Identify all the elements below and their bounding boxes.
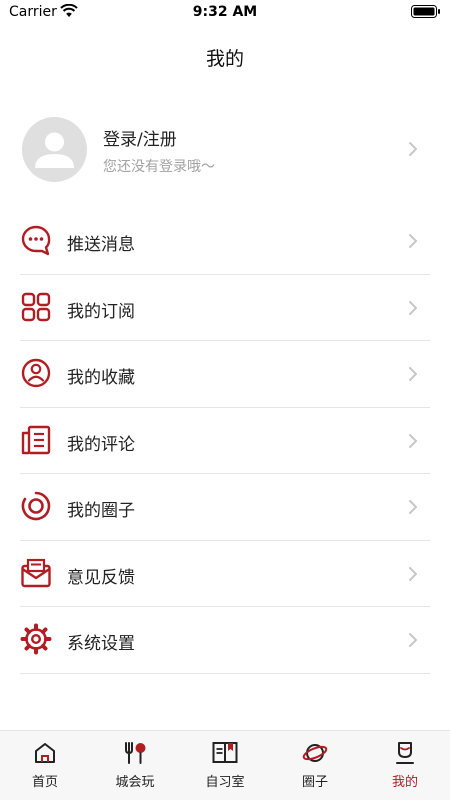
avatar[interactable]	[22, 117, 87, 182]
menu-item-label: 我的收藏	[67, 368, 135, 388]
home-icon	[35, 743, 55, 763]
chevron-right-icon	[409, 300, 417, 315]
menu-item-my-favorites[interactable]: 我的收藏	[0, 341, 450, 408]
chat-bubble-icon	[21, 225, 51, 256]
document-icon	[21, 425, 51, 454]
mine-icon	[396, 742, 414, 764]
chevron-right-icon	[409, 142, 417, 156]
gear-icon	[20, 623, 52, 655]
battery-icon	[411, 5, 440, 18]
login-profile-row[interactable]: 登录/注册 您还没有登录哦～	[0, 112, 450, 188]
tab-city[interactable]: 城会玩	[90, 731, 180, 800]
envelope-icon	[21, 558, 51, 587]
menu-item-my-circles[interactable]: 我的圈子	[0, 474, 450, 541]
menu-item-label: 我的评论	[67, 434, 135, 455]
menu-item-my-comments[interactable]: 我的评论	[0, 408, 450, 474]
chevron-right-icon	[409, 500, 417, 514]
menu-item-label: 我的圈子	[67, 501, 135, 521]
chevron-right-icon	[409, 566, 417, 581]
status-bar: Carrier 9:32 AM	[0, 0, 450, 24]
tab-study-room[interactable]: 自习室	[180, 731, 270, 800]
planet-icon	[302, 744, 328, 762]
menu-item-feedback[interactable]: 意见反馈	[0, 541, 450, 607]
tab-home[interactable]: 首页	[0, 731, 90, 800]
tab-label: 首页	[31, 775, 58, 790]
tab-mine[interactable]: 我的	[360, 731, 450, 800]
tab-label: 自习室	[205, 775, 245, 790]
chevron-right-icon	[409, 234, 417, 248]
menu-item-label: 我的订阅	[67, 301, 135, 322]
menu-item-label: 系统设置	[67, 634, 135, 654]
clock: 9:32 AM	[192, 4, 258, 20]
menu-item-my-subscriptions[interactable]: 我的订阅	[0, 275, 450, 341]
user-circle-icon	[21, 358, 51, 388]
ring-icon	[21, 491, 51, 521]
tab-bar: 首页 城会玩 自习室 圈子 我的	[0, 730, 450, 800]
fork-spoon-icon	[125, 742, 146, 764]
menu-item-settings[interactable]: 系统设置	[0, 607, 450, 674]
divider	[20, 672, 430, 674]
chevron-right-icon	[409, 633, 417, 647]
tab-label: 圈子	[301, 775, 328, 790]
default-avatar-icon	[35, 132, 74, 168]
book-icon	[212, 742, 238, 763]
chevron-right-icon	[409, 367, 417, 381]
menu-item-label: 推送消息	[67, 235, 135, 255]
menu-item-push-messages[interactable]: 推送消息	[0, 208, 450, 275]
tab-label: 我的	[391, 775, 418, 790]
menu-item-label: 意见反馈	[67, 567, 135, 588]
login-hint-text: 您还没有登录哦～	[103, 159, 215, 175]
tab-label: 城会玩	[115, 775, 155, 790]
page-title: 我的	[205, 48, 244, 70]
grid-icon	[21, 292, 51, 321]
tab-circles[interactable]: 圈子	[270, 731, 360, 800]
chevron-right-icon	[409, 433, 417, 448]
login-register-label[interactable]: 登录/注册	[103, 125, 177, 150]
menu-list: 推送消息 我的订阅 我的收藏 我的评论 我的圈子 意见反馈 系统设置	[0, 208, 450, 674]
